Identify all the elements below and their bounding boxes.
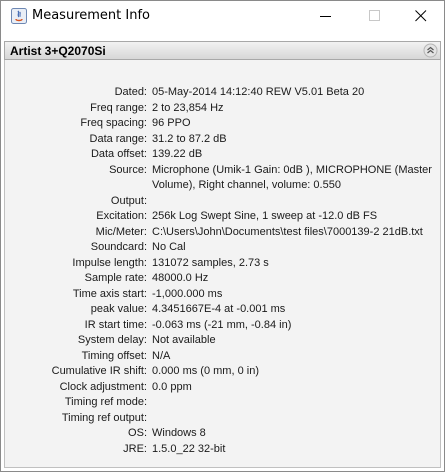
title-bar[interactable]: Measurement Info <box>1 1 444 31</box>
info-label: peak value: <box>90 303 147 315</box>
info-row: Data range: 31.2 to 87.2 dB <box>5 132 440 148</box>
info-value: C:\Users\John\Documents\test files\70001… <box>152 225 423 238</box>
info-value: 131072 samples, 2.73 s <box>152 256 269 269</box>
info-label: JRE: <box>123 442 147 455</box>
info-row: IR start time: -0.063 ms (-21 mm, -0.84 i… <box>5 318 440 334</box>
measurement-panel-header[interactable]: Artist 3+Q2070Si <box>4 41 441 60</box>
info-label: Timing offset: <box>81 349 147 362</box>
info-value: 31.2 to 87.2 dB <box>152 132 227 145</box>
info-value: 256k Log Swept Sine, 1 sweep at -12.0 dB… <box>152 210 378 222</box>
info-row: Impulse length: 131072 samples, 2.73 s <box>5 256 440 272</box>
double-chevron-up-icon[interactable] <box>423 43 438 58</box>
info-value: 139.22 dB <box>152 148 203 160</box>
info-label: Data offset: <box>90 148 147 160</box>
measurement-info-window: Measurement Info Artist 3+Q2070Si Dated:… <box>0 0 445 472</box>
info-value: 0.0 ppm <box>152 380 192 393</box>
info-panel: Dated: 05-May-2014 14:12:40 REW V5.01 Bet… <box>4 60 441 468</box>
info-row: peak value: 4.3451667E-4 at -0.001 ms <box>5 302 440 318</box>
minimize-icon <box>320 16 331 17</box>
info-label: Mic/Meter: <box>95 225 147 238</box>
info-label: Time axis start: <box>72 287 147 300</box>
info-value: 1.5.0_22 32-bit <box>152 442 226 455</box>
info-value <box>152 411 432 427</box>
info-row: Clock adjustment: 0.0 ppm <box>5 380 440 396</box>
info-value: 96 PPO <box>152 117 191 129</box>
info-label: Cumulative IR shift: <box>51 365 147 377</box>
info-list: Dated: 05-May-2014 14:12:40 REW V5.01 Bet… <box>5 85 440 457</box>
info-row: JRE: 1.5.0_22 32-bit <box>5 442 440 458</box>
info-row: OS: Windows 8 <box>5 426 440 442</box>
info-label: Sample rate: <box>84 272 147 284</box>
info-label: Impulse length: <box>72 256 147 269</box>
info-label: Timing ref output: <box>61 411 147 424</box>
maximize-icon <box>369 10 380 21</box>
info-label: System delay: <box>77 334 147 346</box>
window-title: Measurement Info <box>32 8 150 23</box>
info-row: Soundcard: No Cal <box>5 240 440 256</box>
info-label: Dated: <box>114 86 147 98</box>
info-value: 0.000 ms (0 mm, 0 in) <box>152 365 259 377</box>
info-label: Freq spacing: <box>80 117 147 129</box>
info-value: -0.063 ms (-21 mm, -0.84 in) <box>152 318 292 331</box>
info-value: Not available <box>152 334 216 346</box>
info-label: Freq range: <box>90 101 147 114</box>
info-label: Clock adjustment: <box>59 380 147 393</box>
maximize-button[interactable] <box>352 1 398 31</box>
minimize-button[interactable] <box>303 1 349 31</box>
info-label: Source: <box>109 163 147 176</box>
info-label: OS: <box>128 427 147 439</box>
info-label: Data range: <box>89 132 147 145</box>
measurement-name: Artist 3+Q2070Si <box>10 44 106 58</box>
info-value <box>152 395 432 411</box>
info-value: 05-May-2014 14:12:40 REW V5.01 Beta 20 <box>152 86 365 98</box>
info-row: Freq spacing: 96 PPO <box>5 116 440 132</box>
info-row: Source: Microphone (Umik-1 Gain: 0dB ), M… <box>5 163 440 194</box>
info-row: Freq range: 2 to 23,854 Hz <box>5 101 440 117</box>
info-label: Timing ref mode: <box>64 396 147 408</box>
close-icon <box>415 10 427 22</box>
info-label: Excitation: <box>96 210 147 222</box>
info-value: 48000.0 Hz <box>152 272 209 284</box>
close-button[interactable] <box>398 1 444 31</box>
info-value: Microphone (Umik-1 Gain: 0dB ), MICROPHO… <box>152 163 432 192</box>
info-value: 4.3451667E-4 at -0.001 ms <box>152 303 286 315</box>
info-label: Soundcard: <box>90 241 147 253</box>
info-row: Timing offset: N/A <box>5 349 440 365</box>
info-row: Data offset: 139.22 dB <box>5 147 440 163</box>
info-value: N/A <box>152 349 171 362</box>
info-label: IR start time: <box>84 318 147 331</box>
info-value <box>152 194 432 210</box>
info-label: Output: <box>110 194 147 207</box>
info-value: No Cal <box>152 241 186 253</box>
info-value: 2 to 23,854 Hz <box>152 101 224 114</box>
info-value: -1,000.000 ms <box>152 287 223 300</box>
info-value: Windows 8 <box>152 427 206 439</box>
info-row: Cumulative IR shift: 0.000 ms (0 mm, 0 in… <box>5 364 440 380</box>
java-app-icon <box>11 8 27 24</box>
info-row: Output: <box>5 194 440 210</box>
info-row: Mic/Meter: C:\Users\John\Documents\test f… <box>5 225 440 241</box>
info-row: Timing ref mode: <box>5 395 440 411</box>
info-row: Excitation: 256k Log Swept Sine, 1 sweep … <box>5 209 440 225</box>
info-row: Sample rate: 48000.0 Hz <box>5 271 440 287</box>
info-row: Timing ref output: <box>5 411 440 427</box>
info-row: System delay: Not available <box>5 333 440 349</box>
info-row: Time axis start: -1,000.000 ms <box>5 287 440 303</box>
info-row: Dated: 05-May-2014 14:12:40 REW V5.01 Bet… <box>5 85 440 101</box>
